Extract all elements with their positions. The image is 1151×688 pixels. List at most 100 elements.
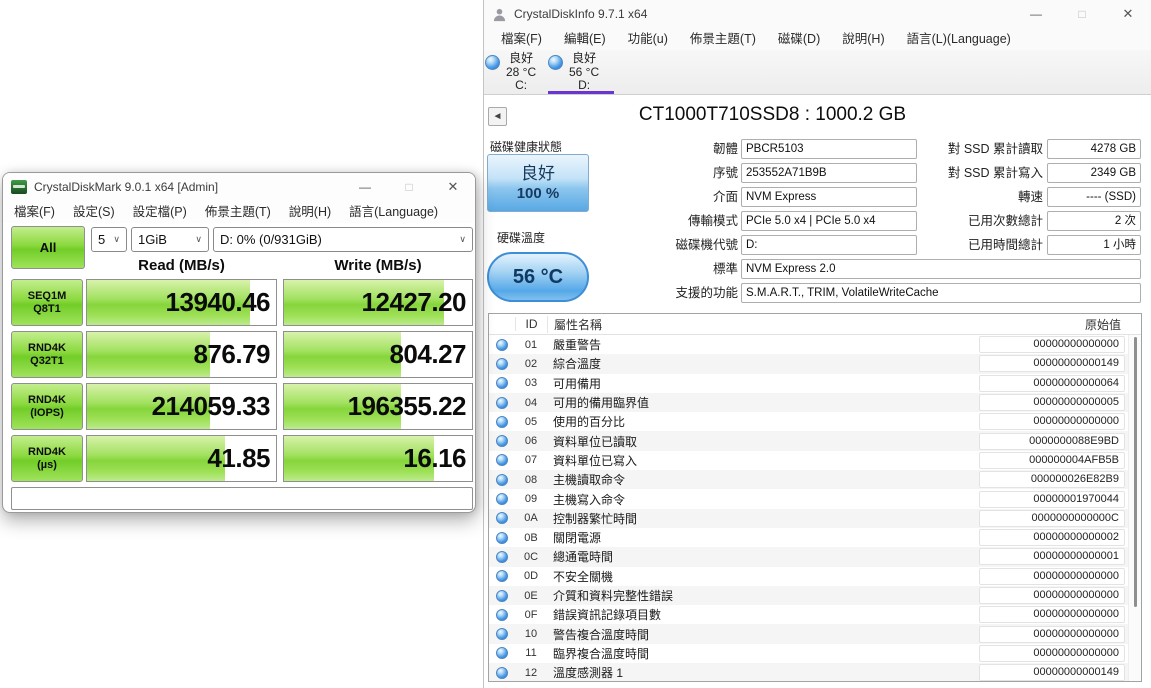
smart-table-row[interactable]: 0A 控制器繁忙時間 0000000000000C [489,509,1141,528]
smart-table-row[interactable]: 0D 不安全關機 00000000000000 [489,567,1141,586]
smart-table-row[interactable]: 10 警告複合溫度時間 00000000000000 [489,624,1141,643]
write-result-value: 196355.22 [348,384,466,429]
attribute-id: 0E [515,590,547,602]
field-value: ---- (SSD) [1047,187,1141,207]
read-column-header: Read (MB/s) [86,257,277,277]
attribute-name: 主機寫入命令 [547,491,979,508]
attribute-name: 主機讀取命令 [547,471,979,488]
smart-table-row[interactable]: 0B 關閉電源 00000000000002 [489,528,1141,547]
drive-tab[interactable]: 良好 56 °C D: [548,52,614,94]
attribute-raw-value: 00000000000002 [979,529,1125,546]
field-value: NVM Express 2.0 [741,259,1141,279]
read-result-value: 41.85 [207,436,270,481]
smart-header-id: ID [515,317,547,331]
smart-table-row[interactable]: 0E 介質和資料完整性錯誤 00000000000000 [489,586,1141,605]
menu-item[interactable]: 佈景主題(T) [196,201,280,223]
attribute-raw-value: 00000000000000 [979,626,1125,643]
smart-table-body: 01 嚴重警告 00000000000000 02 綜合溫度 000000000… [489,335,1141,682]
comment-input[interactable] [11,487,473,510]
minimize-icon[interactable]: — [1013,0,1059,28]
smart-table-row[interactable]: 03 可用備用 00000000000064 [489,374,1141,393]
attribute-raw-value: 00000000000000 [979,413,1125,430]
menu-item[interactable]: 說明(H) [833,28,893,50]
read-result-value: 13940.46 [166,280,270,325]
attribute-id: 04 [515,397,547,409]
smart-table-row[interactable]: 06 資料單位已讀取 0000000088E9BD [489,431,1141,450]
attribute-id: 06 [515,435,547,447]
disk-model-title: CT1000T710SSD8 : 1000.2 GB [514,104,1031,126]
field-label: 標準 [484,259,738,279]
status-orb-icon [496,628,508,640]
close-icon[interactable]: ✕ [431,173,475,200]
status-orb-icon [496,551,508,563]
smart-table-row[interactable]: 12 溫度感測器 1 00000000000149 [489,663,1141,682]
attribute-id: 0F [515,609,547,621]
crystaldiskinfo-app-icon [492,7,507,22]
test-size-select[interactable]: 1GiB ∨ [131,227,209,252]
attribute-name: 資料單位已讀取 [547,433,979,450]
maximize-icon[interactable]: □ [1059,0,1105,28]
test-config: (µs) [37,459,57,472]
maximize-icon[interactable]: □ [387,173,431,200]
run-all-button[interactable]: All [11,226,85,269]
menu-item[interactable]: 檔案(F) [5,201,64,223]
drive-tab[interactable]: 良好 28 °C C: [485,52,547,94]
attribute-id: 02 [515,358,547,370]
smart-table-row[interactable]: 01 嚴重警告 00000000000000 [489,335,1141,354]
smart-table-row[interactable]: 08 主機讀取命令 000000026E82B9 [489,470,1141,489]
smart-table-row[interactable]: 11 臨界複合溫度時間 00000000000000 [489,644,1141,663]
smart-table-row[interactable]: 05 使用的百分比 00000000000000 [489,412,1141,431]
test-button[interactable]: RND4K (IOPS) [11,383,83,430]
test-button[interactable]: SEQ1M Q8T1 [11,279,83,326]
read-result-value: 876.79 [193,332,270,377]
status-orb-icon [496,435,508,447]
field-label: 對 SSD 累計讀取 [484,139,1043,159]
menu-item[interactable]: 語言(Language) [340,201,447,223]
benchmark-row: SEQ1M Q8T1 13940.46 12427.20 [3,279,475,326]
cdi-window-title: CrystalDiskInfo 9.7.1 x64 [514,7,647,21]
attribute-name: 關閉電源 [547,529,979,546]
crystaldiskmark-window: CrystalDiskMark 9.0.1 x64 [Admin] — □ ✕ … [2,172,476,513]
attribute-id: 10 [515,628,547,640]
tab-status: 良好 [572,51,596,65]
menu-item[interactable]: 檔案(F) [492,28,551,50]
menu-item[interactable]: 設定檔(P) [124,201,196,223]
test-name: RND4K [28,394,66,407]
smart-table-row[interactable]: 09 主機寫入命令 00000001970044 [489,489,1141,508]
target-drive-select[interactable]: D: 0% (0/931GiB) ∨ [213,227,473,252]
close-icon[interactable]: ✕ [1105,0,1151,28]
smart-table-scrollbar[interactable] [1128,335,1141,681]
menu-item[interactable]: 設定(S) [64,201,124,223]
minimize-icon[interactable]: — [343,173,387,200]
menu-item[interactable]: 佈景主題(T) [681,28,765,50]
back-button[interactable]: ◄ [488,107,507,126]
cdm-window-controls: — □ ✕ [343,173,475,200]
benchmark-row: RND4K (IOPS) 214059.33 196355.22 [3,383,475,430]
smart-table-row[interactable]: 0F 錯誤資訊記錄項目數 00000000000000 [489,605,1141,624]
menu-item[interactable]: 磁碟(D) [769,28,829,50]
tab-temperature: 28 °C [506,65,536,79]
cdm-menubar: 檔案(F)設定(S)設定檔(P)佈景主題(T)說明(H)語言(Language) [3,200,475,223]
write-result-cell: 12427.20 [283,279,473,326]
menu-item[interactable]: 編輯(E) [555,28,615,50]
attribute-raw-value: 00000001970044 [979,491,1125,508]
crystaldiskmark-app-icon [11,180,27,194]
cdm-titlebar: CrystalDiskMark 9.0.1 x64 [Admin] — □ ✕ [3,173,475,200]
cdi-window-controls: — □ ✕ [1013,0,1151,28]
smart-table-row[interactable]: 04 可用的備用臨界值 00000000000005 [489,393,1141,412]
menu-item[interactable]: 語言(L)(Language) [898,28,1020,50]
test-button[interactable]: RND4K (µs) [11,435,83,482]
menu-item[interactable]: 功能(u) [619,28,677,50]
smart-table-row[interactable]: 0C 總通電時間 00000000000001 [489,547,1141,566]
scrollbar-thumb[interactable] [1134,337,1137,607]
status-orb-icon [496,590,508,602]
smart-table-row[interactable]: 02 綜合溫度 00000000000149 [489,354,1141,373]
test-name: RND4K [28,342,66,355]
chevron-down-icon: ∨ [191,234,202,245]
test-button[interactable]: RND4K Q32T1 [11,331,83,378]
tab-temperature: 56 °C [569,65,599,79]
pass-count-select[interactable]: 5 ∨ [91,227,127,252]
health-orb-icon [548,55,563,70]
menu-item[interactable]: 說明(H) [280,201,340,223]
smart-table-row[interactable]: 07 資料單位已寫入 000000004AFB5B [489,451,1141,470]
